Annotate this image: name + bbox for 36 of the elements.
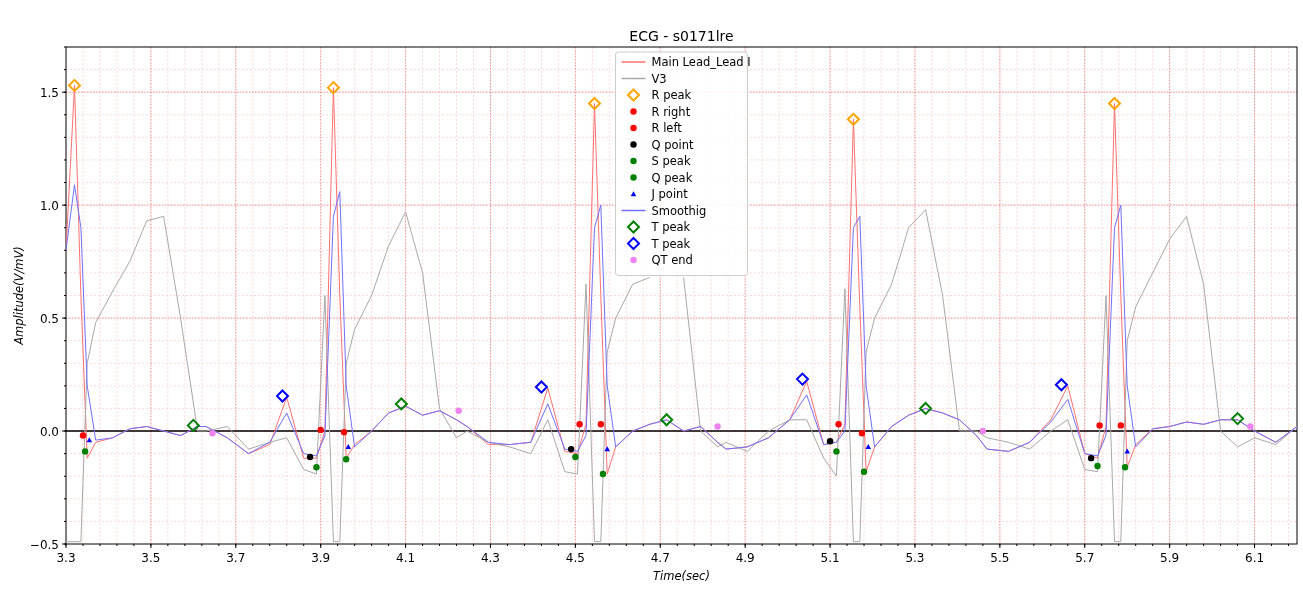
tick-label: 4.7 xyxy=(650,551,670,565)
tick-label: 3.7 xyxy=(226,551,246,565)
tick-label: 3.9 xyxy=(311,551,331,565)
tick-label: 0.0 xyxy=(39,424,59,439)
tick-label: −0.5 xyxy=(29,537,59,552)
legend-label: Q peak xyxy=(651,170,693,185)
tick-label: 5.7 xyxy=(1075,551,1095,565)
legend-label: Main Lead_Lead I xyxy=(651,55,751,69)
tick-label: 5.9 xyxy=(1160,551,1180,565)
axis-title: Time(sec) xyxy=(653,569,710,583)
tick-label: 6.1 xyxy=(1245,551,1265,565)
legend-label: J point xyxy=(651,187,688,201)
legend-label: R right xyxy=(651,104,691,119)
tick-label: 4.5 xyxy=(565,551,585,565)
tick-label: 4.1 xyxy=(396,551,416,565)
legend-label: V3 xyxy=(651,71,667,86)
legend-label: Q point xyxy=(651,137,694,152)
tick-label: 5.3 xyxy=(905,551,925,565)
tick-label: 4.3 xyxy=(480,551,501,565)
tick-label: 5.1 xyxy=(820,551,840,565)
tick-label: 1.5 xyxy=(39,85,59,100)
tick-label: 4.9 xyxy=(735,551,755,565)
legend-label: S peak xyxy=(651,154,691,168)
chart-title: ECG - s0171lre xyxy=(629,28,734,44)
axis-title: Amplitude(V/mV) xyxy=(12,246,26,345)
legend-label: T peak xyxy=(651,236,691,251)
legend-label: QT end xyxy=(651,253,693,267)
legend-label: T peak xyxy=(651,220,691,234)
tick-label: 1.0 xyxy=(39,198,59,213)
tick-label: 3.5 xyxy=(141,551,161,565)
legend-label: Smoothig xyxy=(651,203,707,218)
legend-label: R left xyxy=(651,121,682,135)
tick-label: 5.5 xyxy=(990,551,1010,565)
tick-label: 0.5 xyxy=(39,311,59,326)
legend-label: R peak xyxy=(651,88,692,102)
tick-label: 3.3 xyxy=(56,551,76,565)
